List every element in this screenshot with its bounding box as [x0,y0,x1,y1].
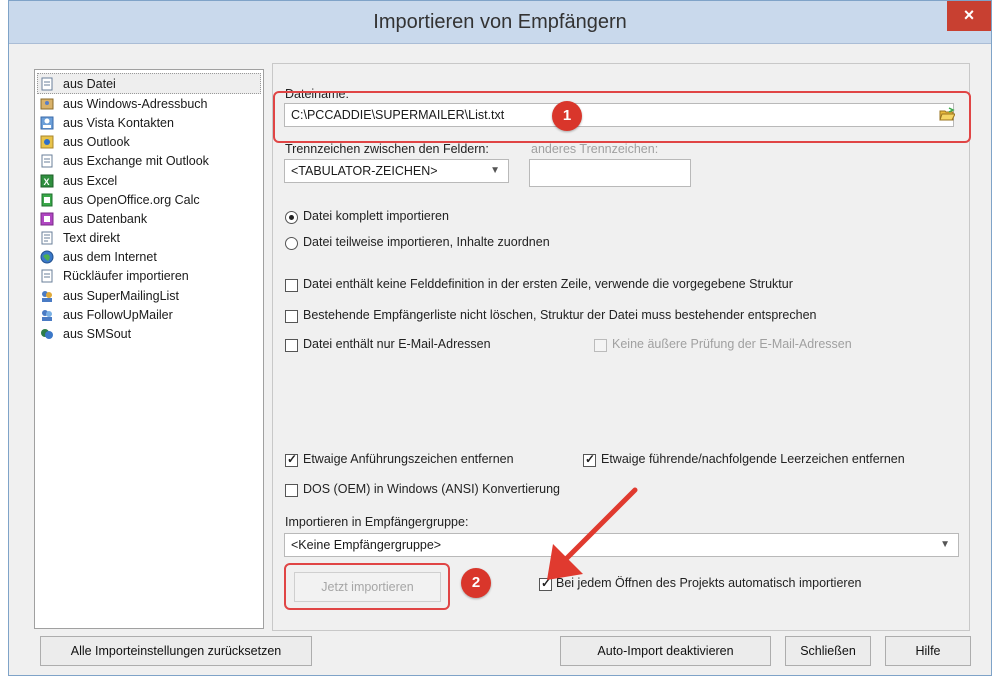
source-item-text-direkt[interactable]: Text direkt [35,229,263,248]
dialog-body: aus Datei aus Windows-Adressbuch aus Vis… [22,47,980,669]
globe-icon [40,250,54,264]
source-label: Rückläufer importieren [63,269,189,284]
checkbox-no-email-check[interactable] [594,339,607,352]
source-item-exchange-outlook[interactable]: aus Exchange mit Outlook [35,152,263,171]
source-label: Text direkt [63,231,120,246]
separator-select[interactable]: <TABULATOR-ZEICHEN> ▼ [284,159,509,183]
source-item-excel[interactable]: X aus Excel [35,171,263,190]
checkbox-keep-list[interactable] [285,310,298,323]
source-item-windows-adressbuch[interactable]: aus Windows-Adressbuch [35,94,263,113]
excel-icon: X [40,174,54,188]
import-source-list[interactable]: aus Datei aus Windows-Adressbuch aus Vis… [34,69,264,629]
source-item-ruecklaeufer[interactable]: Rückläufer importieren [35,267,263,286]
deactivate-auto-import-button[interactable]: Auto-Import deaktivieren [560,636,771,666]
other-separator-label: anderes Trennzeichen: [531,142,659,156]
annotation-arrow-icon [547,487,638,580]
checkbox-trim-spaces[interactable]: ✓ [583,452,596,467]
source-item-followupmailer[interactable]: aus FollowUpMailer [35,305,263,324]
source-label: aus Vista Kontakten [63,115,174,130]
source-item-supermailinglist[interactable]: aus SuperMailingList [35,286,263,305]
chevron-down-icon: ▼ [940,539,950,550]
dialog-title: Importieren von Empfängern [373,11,627,33]
title-bar: Importieren von Empfängern × [9,1,991,44]
annotation-badge-2: 2 [461,568,491,598]
radio-import-partial-label: Datei teilweise importieren, Inhalte zuo… [303,235,550,249]
source-label: aus OpenOffice.org Calc [63,192,200,207]
source-item-openoffice-calc[interactable]: aus OpenOffice.org Calc [35,190,263,209]
checkbox-no-email-check-label: Keine äußere Prüfung der E-Mail-Adressen [612,337,852,351]
checkbox-remove-quotes-label: Etwaige Anführungszeichen entfernen [303,452,514,466]
source-item-datenbank[interactable]: aus Datenbank [35,209,263,228]
check-icon: ✓ [287,452,298,466]
source-item-datei[interactable]: aus Datei [37,73,261,95]
source-label: aus dem Internet [63,250,157,265]
text-icon [41,231,53,245]
source-label: aus Windows-Adressbuch [63,96,208,111]
source-label: aus Datenbank [63,211,148,226]
calc-icon [41,193,53,207]
close-button[interactable]: Schließen [785,636,871,666]
checkbox-email-only[interactable] [285,339,298,352]
close-window-button[interactable]: × [947,1,991,31]
contacts-icon [40,116,54,130]
other-separator-input[interactable] [529,159,691,187]
checkbox-no-fielddef[interactable] [285,279,298,292]
checkbox-email-only-label: Datei enthält nur E-Mail-Adressen [303,337,491,351]
source-item-outlook[interactable]: aus Outlook [35,133,263,152]
svg-text:X: X [44,177,50,187]
address-book-icon [40,98,54,110]
sms-icon [41,329,53,340]
outlook-icon [40,135,54,149]
source-item-vista-kontakte[interactable]: aus Vista Kontakten [35,113,263,132]
radio-import-full[interactable] [285,211,298,224]
group-label: Importieren in Empfängergruppe: [285,515,469,529]
checkbox-trim-spaces-label: Etwaige führende/nachfolgende Leerzeiche… [601,452,905,466]
radio-import-full-label: Datei komplett importieren [303,209,449,223]
annotation-badge-1: 1 [552,101,582,131]
checkbox-no-fielddef-label: Datei enthält keine Felddefinition in de… [303,277,793,291]
radio-import-partial[interactable] [285,237,298,250]
group-value: <Keine Empfängergruppe> [291,538,442,552]
highlight-filename [273,91,971,143]
checkbox-dos-conversion-label: DOS (OEM) in Windows (ANSI) Konvertierun… [303,482,561,496]
help-button[interactable]: Hilfe [885,636,971,666]
checkbox-remove-quotes[interactable]: ✓ [285,452,298,467]
import-dialog: Importieren von Empfängern × aus Datei a… [8,0,992,676]
source-label: aus FollowUpMailer [63,307,173,322]
highlight-import-now [284,563,450,610]
file-icon [41,154,53,168]
users-icon [42,309,52,321]
source-label: aus SuperMailingList [63,288,180,303]
users-icon [42,290,52,302]
source-label: aus SMSout [63,327,132,342]
separator-label: Trennzeichen zwischen den Feldern: [285,142,489,156]
source-item-smsout[interactable]: aus SMSout [35,324,263,343]
source-label: aus Exchange mit Outlook [63,154,209,169]
source-label: aus Outlook [63,135,130,150]
file-icon [41,269,53,283]
source-label: aus Datei [63,76,116,91]
check-icon: ✓ [585,452,596,466]
chevron-down-icon: ▼ [490,165,500,176]
source-item-internet[interactable]: aus dem Internet [35,248,263,267]
source-label: aus Excel [63,173,118,188]
radio-selected-dot [289,215,294,220]
import-options-panel: Dateiname: C:\PCCADDIE\SUPERMAILER\List.… [272,63,971,631]
database-icon [40,212,54,226]
file-icon [41,77,53,91]
checkbox-keep-list-label: Bestehende Empfängerliste nicht löschen,… [303,308,817,322]
reset-settings-button[interactable]: Alle Importeinstellungen zurücksetzen [40,636,312,666]
checkbox-dos-conversion[interactable] [285,484,298,497]
separator-value: <TABULATOR-ZEICHEN> [291,164,438,178]
